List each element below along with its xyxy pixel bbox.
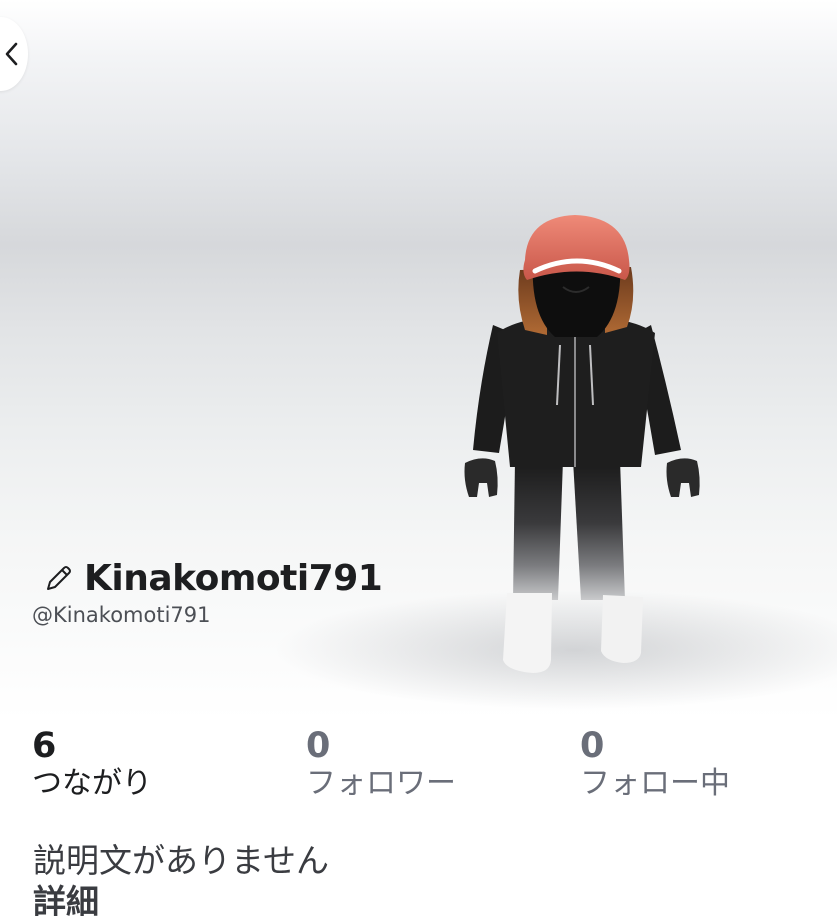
connections-count: 6 xyxy=(32,726,57,766)
pencil-icon[interactable] xyxy=(44,563,74,593)
display-name-row: Kinakomoti791 xyxy=(44,556,383,600)
avatar-3d-figure xyxy=(464,215,700,673)
followers-label: フォロワー xyxy=(306,766,456,801)
connections-stat[interactable]: 6 つながり xyxy=(32,726,152,802)
profile-page: Kinakomoti791 @Kinakomoti791 6 つながり 0 フォ… xyxy=(0,0,837,916)
followers-count: 0 xyxy=(306,726,331,766)
username: @Kinakomoti791 xyxy=(32,603,211,627)
following-stat[interactable]: 0 フォロー中 xyxy=(580,726,730,802)
following-count: 0 xyxy=(580,726,605,766)
followers-stat[interactable]: 0 フォロワー xyxy=(306,726,456,802)
details-link[interactable]: 詳細 xyxy=(33,881,99,916)
chevron-left-icon xyxy=(5,42,18,66)
profile-description: 説明文がありません xyxy=(33,841,330,880)
display-name: Kinakomoti791 xyxy=(84,557,383,599)
connections-label: つながり xyxy=(32,766,152,801)
following-label: フォロー中 xyxy=(580,766,730,801)
